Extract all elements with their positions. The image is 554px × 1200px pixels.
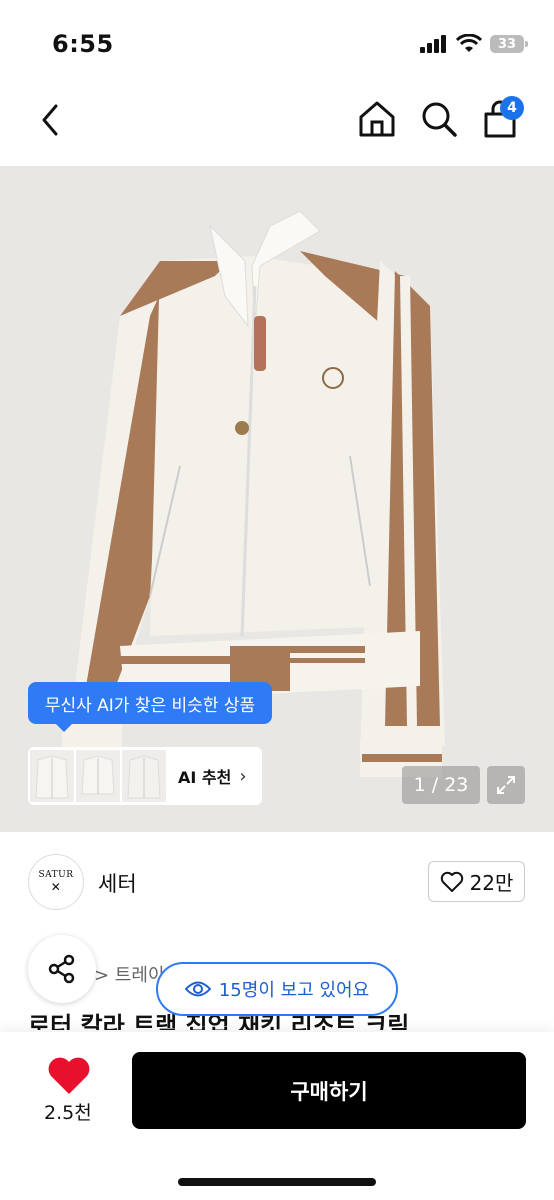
home-icon[interactable] [356, 98, 398, 140]
product-jacket-image [62, 210, 445, 777]
brand-emblem-icon: ✕ [50, 880, 62, 894]
ai-thumb-jacket-image [81, 755, 115, 795]
expand-icon [497, 776, 515, 794]
viewers-text: 15명이 보고 있어요 [218, 980, 370, 1001]
ai-recommend-strip[interactable]: AI 추천 › [28, 747, 262, 805]
heart-outline-icon [440, 871, 463, 892]
ai-thumb-1[interactable] [30, 750, 74, 802]
heart-filled-icon[interactable] [46, 1056, 92, 1096]
brand-logo-text: SATUR [38, 870, 74, 880]
product-image-gallery[interactable] [0, 166, 554, 832]
search-icon[interactable] [418, 98, 460, 140]
brand-like-count: 22만 [469, 871, 514, 895]
share-button[interactable] [28, 935, 96, 1003]
ai-thumb-3[interactable] [122, 750, 166, 802]
cart-count-badge: 4 [500, 96, 524, 120]
status-time: 6:55 [52, 30, 114, 58]
brand-logo[interactable]: SATUR ✕ [28, 854, 84, 910]
brand-like-button[interactable]: 22만 [428, 861, 525, 902]
signal-icon [420, 35, 446, 53]
cart-button[interactable]: 4 [480, 96, 526, 142]
status-icons: 33 [420, 34, 528, 54]
home-indicator [178, 1178, 376, 1186]
viewers-pill: 15명이 보고 있어요 [156, 962, 398, 1016]
share-icon [48, 954, 75, 984]
image-pager: 1 / 23 [402, 766, 480, 804]
ai-similar-tooltip: 무신사 AI가 찾은 비슷한 상품 [28, 682, 272, 732]
ai-thumb-jacket-image [35, 755, 69, 799]
favorite-count: 2.5천 [44, 1102, 92, 1124]
brand-name[interactable]: 세터 [98, 868, 137, 898]
battery-indicator: 33 [490, 35, 528, 53]
back-arrow-icon[interactable] [34, 100, 70, 140]
ai-thumb-2[interactable] [76, 750, 120, 802]
chevron-right-icon: › [239, 765, 247, 787]
wifi-icon [456, 34, 482, 52]
ai-recommend-label[interactable]: AI 추천 [178, 764, 231, 788]
breadcrumb[interactable]: > 트레이 [94, 961, 164, 987]
ai-thumb-jacket-image [127, 755, 161, 799]
eye-icon [184, 981, 211, 997]
buy-button[interactable]: 구매하기 [132, 1052, 526, 1129]
expand-button[interactable] [487, 766, 525, 804]
